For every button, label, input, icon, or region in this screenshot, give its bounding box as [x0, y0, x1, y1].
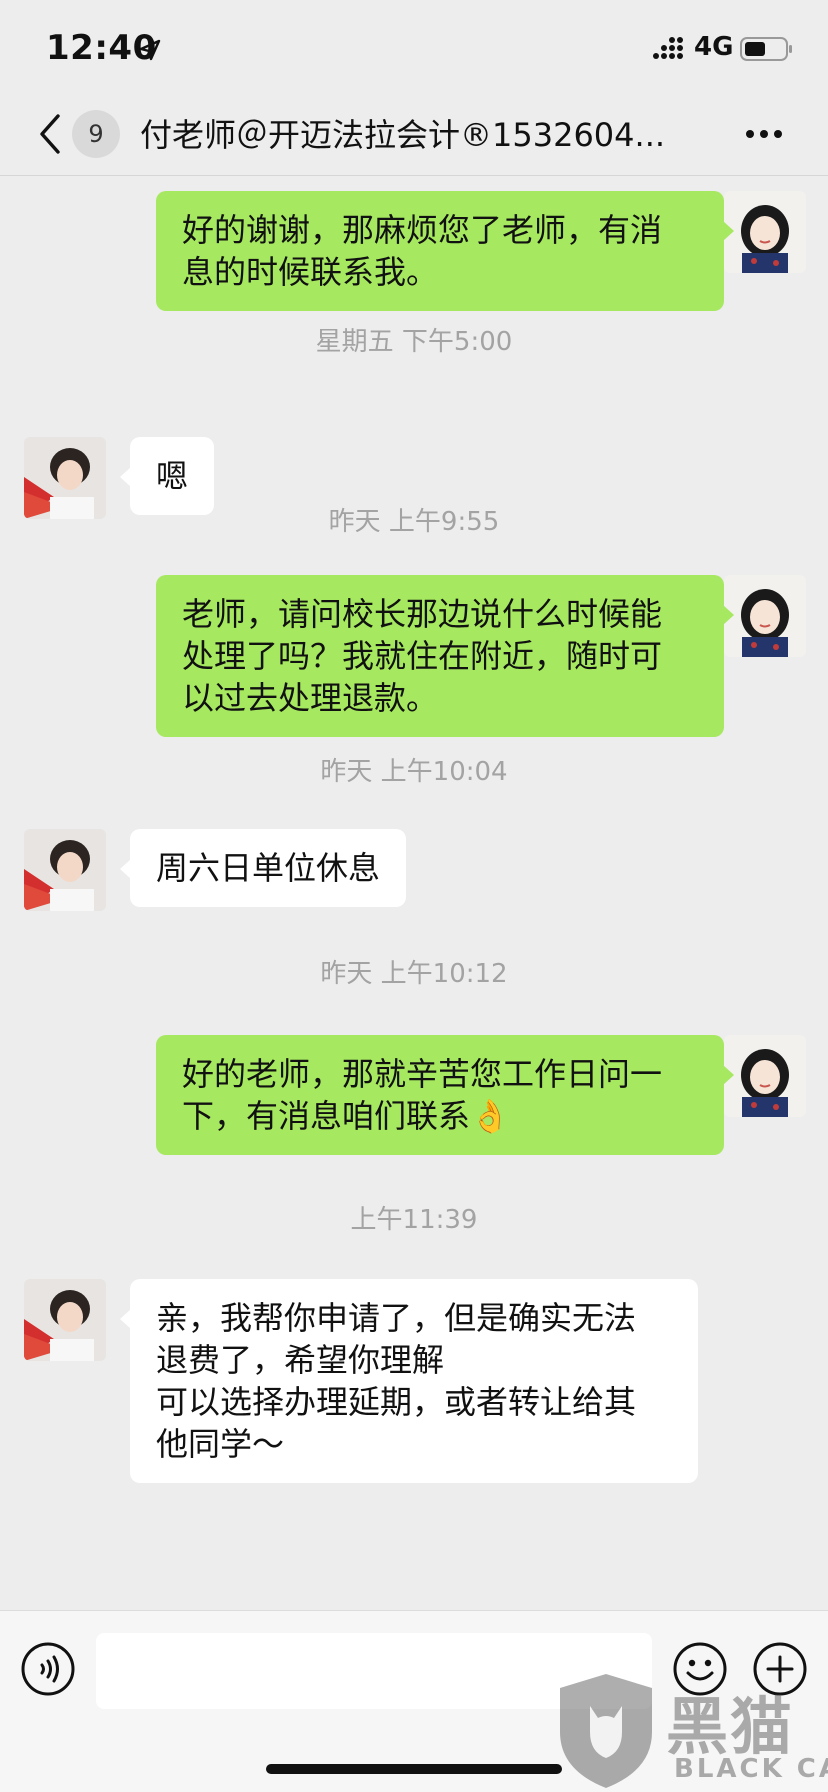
watermark-cn-text: 黑猫: [666, 1690, 795, 1763]
unread-count-badge[interactable]: 9: [72, 110, 120, 158]
home-indicator[interactable]: [266, 1764, 562, 1774]
contact-avatar[interactable]: [24, 829, 106, 911]
message-timestamp: 上午11:39: [350, 1205, 478, 1235]
signal-icon: [653, 37, 683, 59]
message-bubble-self[interactable]: 老师，请问校长那边说什么时候能 处理了吗？我就住在附近，随时可 以过去处理退款。: [156, 575, 734, 737]
message-timestamp: 昨天 上午9:55: [328, 507, 500, 537]
message-timestamp: 昨天 上午10:04: [320, 757, 508, 787]
self-avatar[interactable]: [724, 575, 806, 657]
message-bubble-self[interactable]: 好的谢谢，那麻烦您了老师，有消 息的时候联系我。: [156, 191, 734, 311]
network-label: 4G: [694, 32, 734, 62]
voice-input-icon[interactable]: [20, 1641, 76, 1697]
back-chevron-icon[interactable]: [36, 112, 62, 156]
message-timestamp: 昨天 上午10:12: [320, 959, 508, 989]
message-timestamp: 星期五 下午5:00: [315, 327, 513, 357]
black-cat-logo-icon: [560, 1674, 652, 1788]
more-options-icon[interactable]: [744, 122, 784, 146]
chat-header: 9 付老师＠开迈法拉会计®1532604...: [0, 96, 828, 176]
status-bar: 12:40 4G: [0, 0, 828, 96]
watermark-en-text: BLACK CAT: [674, 1754, 828, 1784]
self-avatar[interactable]: [724, 1035, 806, 1117]
black-cat-watermark: 黑猫 BLACK CAT: [556, 1672, 828, 1792]
message-bubble-other[interactable]: 周六日单位休息: [119, 829, 407, 907]
message-bubble-other[interactable]: 亲，我帮你申请了，但是确实无法 退费了，希望你理解 可以选择办理延期，或者转让给…: [120, 1279, 698, 1483]
message-list[interactable]: 好的谢谢，那麻烦您了老师，有消 息的时候联系我。 星期五 下午5:00 嗯 昨天…: [0, 177, 828, 1610]
battery-icon: [740, 37, 792, 61]
contact-avatar[interactable]: [24, 1279, 106, 1361]
self-avatar[interactable]: [724, 191, 806, 273]
message-bubble-self[interactable]: 好的老师，那就辛苦您工作日问一 下，有消息咱们联系👌: [156, 1035, 734, 1155]
chat-title: 付老师＠开迈法拉会计®1532604...: [140, 116, 666, 154]
location-arrow-icon: [139, 39, 161, 61]
